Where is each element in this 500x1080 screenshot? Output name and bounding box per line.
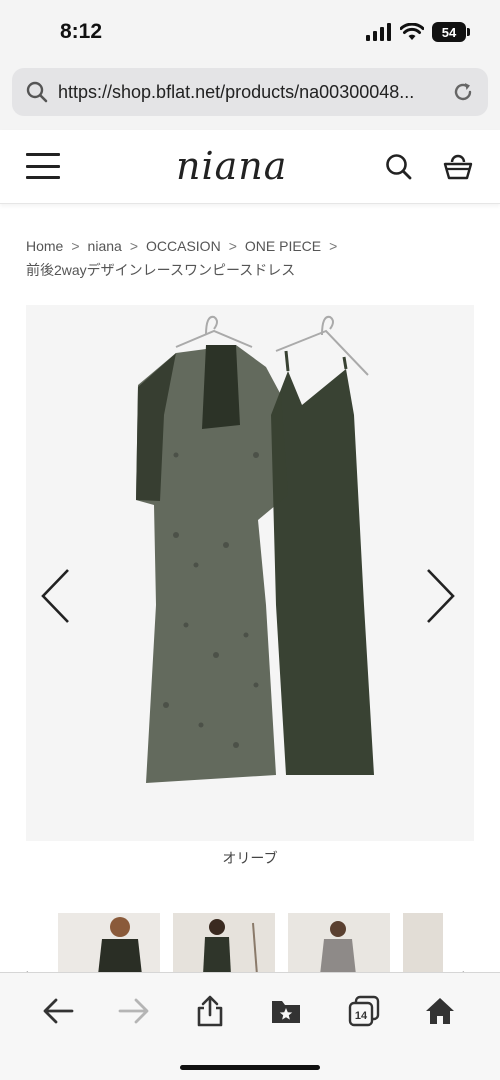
dress-photo: [136, 315, 374, 783]
browser-toolbar: 14: [0, 972, 500, 1080]
thumbnail-strip: ‹ ›: [0, 913, 500, 975]
bookmarks-icon[interactable]: [268, 993, 304, 1029]
forward-arrow-icon[interactable]: [116, 993, 152, 1029]
home-indicator: [180, 1065, 320, 1070]
reload-icon[interactable]: [452, 81, 474, 103]
search-icon: [26, 81, 48, 103]
tabs-icon[interactable]: 14: [346, 993, 382, 1029]
next-image-arrow[interactable]: [422, 567, 458, 625]
battery-icon: 54: [432, 22, 470, 42]
tabs-count: 14: [355, 1010, 368, 1022]
breadcrumb-category[interactable]: OCCASION: [146, 238, 221, 254]
product-image[interactable]: [26, 305, 474, 841]
thumbnail[interactable]: [403, 913, 443, 975]
breadcrumb-current: 前後2wayデザインレースワンピースドレス: [26, 262, 296, 278]
prev-image-arrow[interactable]: [38, 567, 74, 625]
menu-icon[interactable]: [26, 153, 60, 179]
thumbnail[interactable]: [288, 913, 390, 975]
back-arrow-icon[interactable]: [40, 993, 76, 1029]
browser-top-bar: https://shop.bflat.net/products/na003000…: [0, 62, 500, 130]
site-logo[interactable]: niana: [176, 144, 287, 188]
url-text[interactable]: https://shop.bflat.net/products/na003000…: [58, 82, 452, 103]
breadcrumb: Home > niana > OCCASION > ONE PIECE > 前後2wayデザイ…: [26, 235, 476, 281]
breadcrumb-subcategory[interactable]: ONE PIECE: [245, 238, 321, 254]
signal-icon: [366, 23, 391, 41]
battery-level: 54: [441, 24, 457, 40]
status-icons: 54: [366, 22, 470, 42]
cart-icon[interactable]: [442, 152, 474, 182]
address-bar[interactable]: https://shop.bflat.net/products/na003000…: [12, 68, 488, 116]
breadcrumb-brand[interactable]: niana: [88, 238, 122, 254]
thumbnail[interactable]: [173, 913, 275, 975]
thumbnail[interactable]: [58, 913, 160, 975]
home-icon[interactable]: [422, 993, 458, 1029]
wifi-icon: [400, 23, 424, 40]
site-search-icon[interactable]: [384, 152, 414, 182]
status-time: 8:12: [60, 20, 103, 43]
site-header: niana: [0, 130, 500, 204]
color-caption: オリーブ: [222, 850, 278, 866]
breadcrumb-home[interactable]: Home: [26, 238, 63, 254]
share-icon[interactable]: [192, 993, 228, 1029]
status-bar: 8:12 54: [0, 0, 500, 62]
